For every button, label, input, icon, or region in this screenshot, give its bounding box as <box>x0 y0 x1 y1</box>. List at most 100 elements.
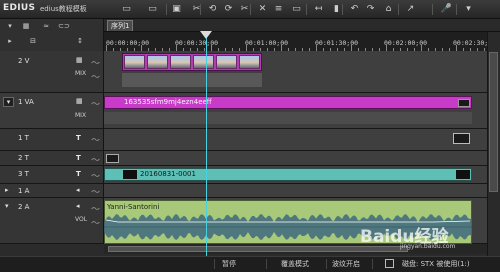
track-header-1a[interactable] <box>0 184 104 198</box>
redo-icon[interactable]: ⟳ <box>222 3 235 15</box>
clip-label: Yanni-Santorini <box>107 203 160 211</box>
waveform-toggle-icon[interactable]: 〜 <box>91 56 100 69</box>
clip-thumb <box>456 170 470 179</box>
track-header-2a[interactable] <box>0 198 104 244</box>
status-pause: 暂停 <box>222 260 236 268</box>
clip-thumbnail <box>124 55 145 69</box>
insert-icon[interactable]: ↤ <box>312 3 325 15</box>
mark-out-icon[interactable]: ↷ <box>364 3 377 15</box>
waveform-toggle-icon[interactable]: 〜 <box>91 216 100 229</box>
waveform-toggle-icon[interactable]: 〜 <box>91 133 100 146</box>
title-clip[interactable] <box>106 154 119 163</box>
track-header-3t[interactable] <box>0 166 104 184</box>
waveform-toggle-icon[interactable]: 〜 <box>91 97 100 110</box>
toolbar-separator <box>398 4 399 15</box>
save-icon[interactable]: ▣ <box>170 3 183 15</box>
open-project-icon[interactable]: ▭ <box>146 3 159 15</box>
clip-thumbnail <box>216 55 237 69</box>
waveform-toggle-icon[interactable]: 〜 <box>91 185 100 198</box>
track-label: 1 T <box>18 134 29 142</box>
video-track-icon: ▦ <box>76 97 83 105</box>
waveform-toggle-icon[interactable]: 〜 <box>91 202 100 215</box>
track-body-1a[interactable] <box>104 184 487 198</box>
title-clip[interactable] <box>453 133 470 144</box>
clip-label: 20160831-0001 <box>140 170 196 178</box>
status-divider <box>326 259 327 269</box>
new-project-icon[interactable]: ▭ <box>120 3 133 15</box>
clip-end-thumb <box>458 99 470 107</box>
app-title: EDIUS <box>3 3 36 13</box>
clip-thumbnail <box>193 55 214 69</box>
mix-label: MIX <box>75 70 87 77</box>
status-disk: 磁盘: STX 被使用(1:) <box>402 260 470 268</box>
track-label: 3 T <box>18 170 29 178</box>
track-label: 2 T <box>18 154 29 162</box>
audio-patch-icon[interactable]: ▸ <box>5 186 9 194</box>
speaker-icon: ◂ <box>76 202 80 210</box>
delete-icon[interactable]: ✕ <box>256 3 269 15</box>
title-track-icon: T <box>76 134 81 142</box>
mark-in-icon[interactable]: ↶ <box>348 3 361 15</box>
speaker-icon: ◂ <box>76 186 80 194</box>
clip-label: 163535sfm9mj4ezn4eeff <box>124 98 212 106</box>
toolbar-separator <box>250 4 251 15</box>
title-track-icon: T <box>76 154 81 162</box>
settings-icon[interactable]: ✂ <box>190 3 203 15</box>
tab-sequence-1[interactable]: 序列1 <box>107 20 133 31</box>
add-clip-icon[interactable]: ▭ <box>290 3 303 15</box>
waveform-toggle-icon[interactable]: 〜 <box>91 70 100 83</box>
track-toggle-icon[interactable]: ▾ <box>4 21 16 31</box>
waveform-toggle-icon[interactable]: 〜 <box>91 153 100 166</box>
clip-thumb <box>123 170 137 179</box>
track-header-2t[interactable] <box>0 151 104 166</box>
status-ripple: 波纹开启 <box>332 260 360 268</box>
undo-icon[interactable]: ⟲ <box>206 3 219 15</box>
watermark-url: jingyan.baidu.com <box>400 243 456 250</box>
expand-icon[interactable]: ▸ <box>4 36 16 46</box>
toolbar-separator <box>166 4 167 15</box>
project-name: edius教程模板 <box>40 5 87 13</box>
track-label: 1 VA <box>18 98 34 106</box>
help-icon[interactable]: ▾ <box>462 3 475 15</box>
sequence-tab-bar <box>104 19 500 32</box>
zoom-minus-icon[interactable]: ⊟ <box>26 36 40 46</box>
snap-icon[interactable]: ⌂ <box>382 3 395 15</box>
ruler-timecode: 00:00:00;00 <box>106 39 150 47</box>
track-controls-header: ▾ ▦ ≈ ⊂⊃ ▸ ⊟ ↕ <box>0 19 104 51</box>
track-header-1va[interactable] <box>0 93 104 129</box>
track-header-1t[interactable] <box>0 129 104 151</box>
track-patch-icon[interactable]: ▾ <box>3 97 14 107</box>
link-icon[interactable]: ⊂⊃ <box>58 21 70 31</box>
monitor-icon[interactable] <box>385 259 394 268</box>
track-body-1t[interactable] <box>104 129 487 151</box>
toolbar-separator <box>432 4 433 15</box>
vertical-scroll-thumb[interactable] <box>489 52 498 192</box>
vol-label: VOL <box>75 216 88 223</box>
track-header-2v[interactable] <box>0 51 104 93</box>
title-track-icon: T <box>76 170 81 178</box>
status-overwrite-mode: 覆盖模式 <box>281 260 309 268</box>
grid-icon[interactable]: ▦ <box>20 21 32 31</box>
toolbar-separator <box>342 4 343 15</box>
snap-icon[interactable]: ↕ <box>74 36 86 46</box>
clip-thumbnail <box>239 55 260 69</box>
video-track-icon: ▦ <box>76 56 83 64</box>
render-icon[interactable]: ↗ <box>404 3 417 15</box>
mix-lane <box>122 73 262 87</box>
sync-lock-icon[interactable]: ≈ <box>40 21 52 31</box>
toolbar-separator <box>456 4 457 15</box>
audio-patch-icon[interactable]: ▾ <box>5 202 9 210</box>
toolbar-separator <box>306 4 307 15</box>
microphone-icon[interactable]: 🎤 <box>440 3 453 15</box>
status-divider <box>214 259 215 269</box>
track-label: 1 A <box>18 187 30 195</box>
clip-thumbnail <box>147 55 168 69</box>
status-divider <box>372 259 373 269</box>
waveform-toggle-icon[interactable]: 〜 <box>91 169 100 182</box>
status-divider <box>266 259 267 269</box>
mix-lane <box>104 112 472 124</box>
track-label: 2 A <box>18 203 30 211</box>
playhead-line[interactable] <box>206 38 207 256</box>
track-body-2t[interactable] <box>104 151 487 166</box>
ripple-icon[interactable]: ≡ <box>272 3 285 15</box>
